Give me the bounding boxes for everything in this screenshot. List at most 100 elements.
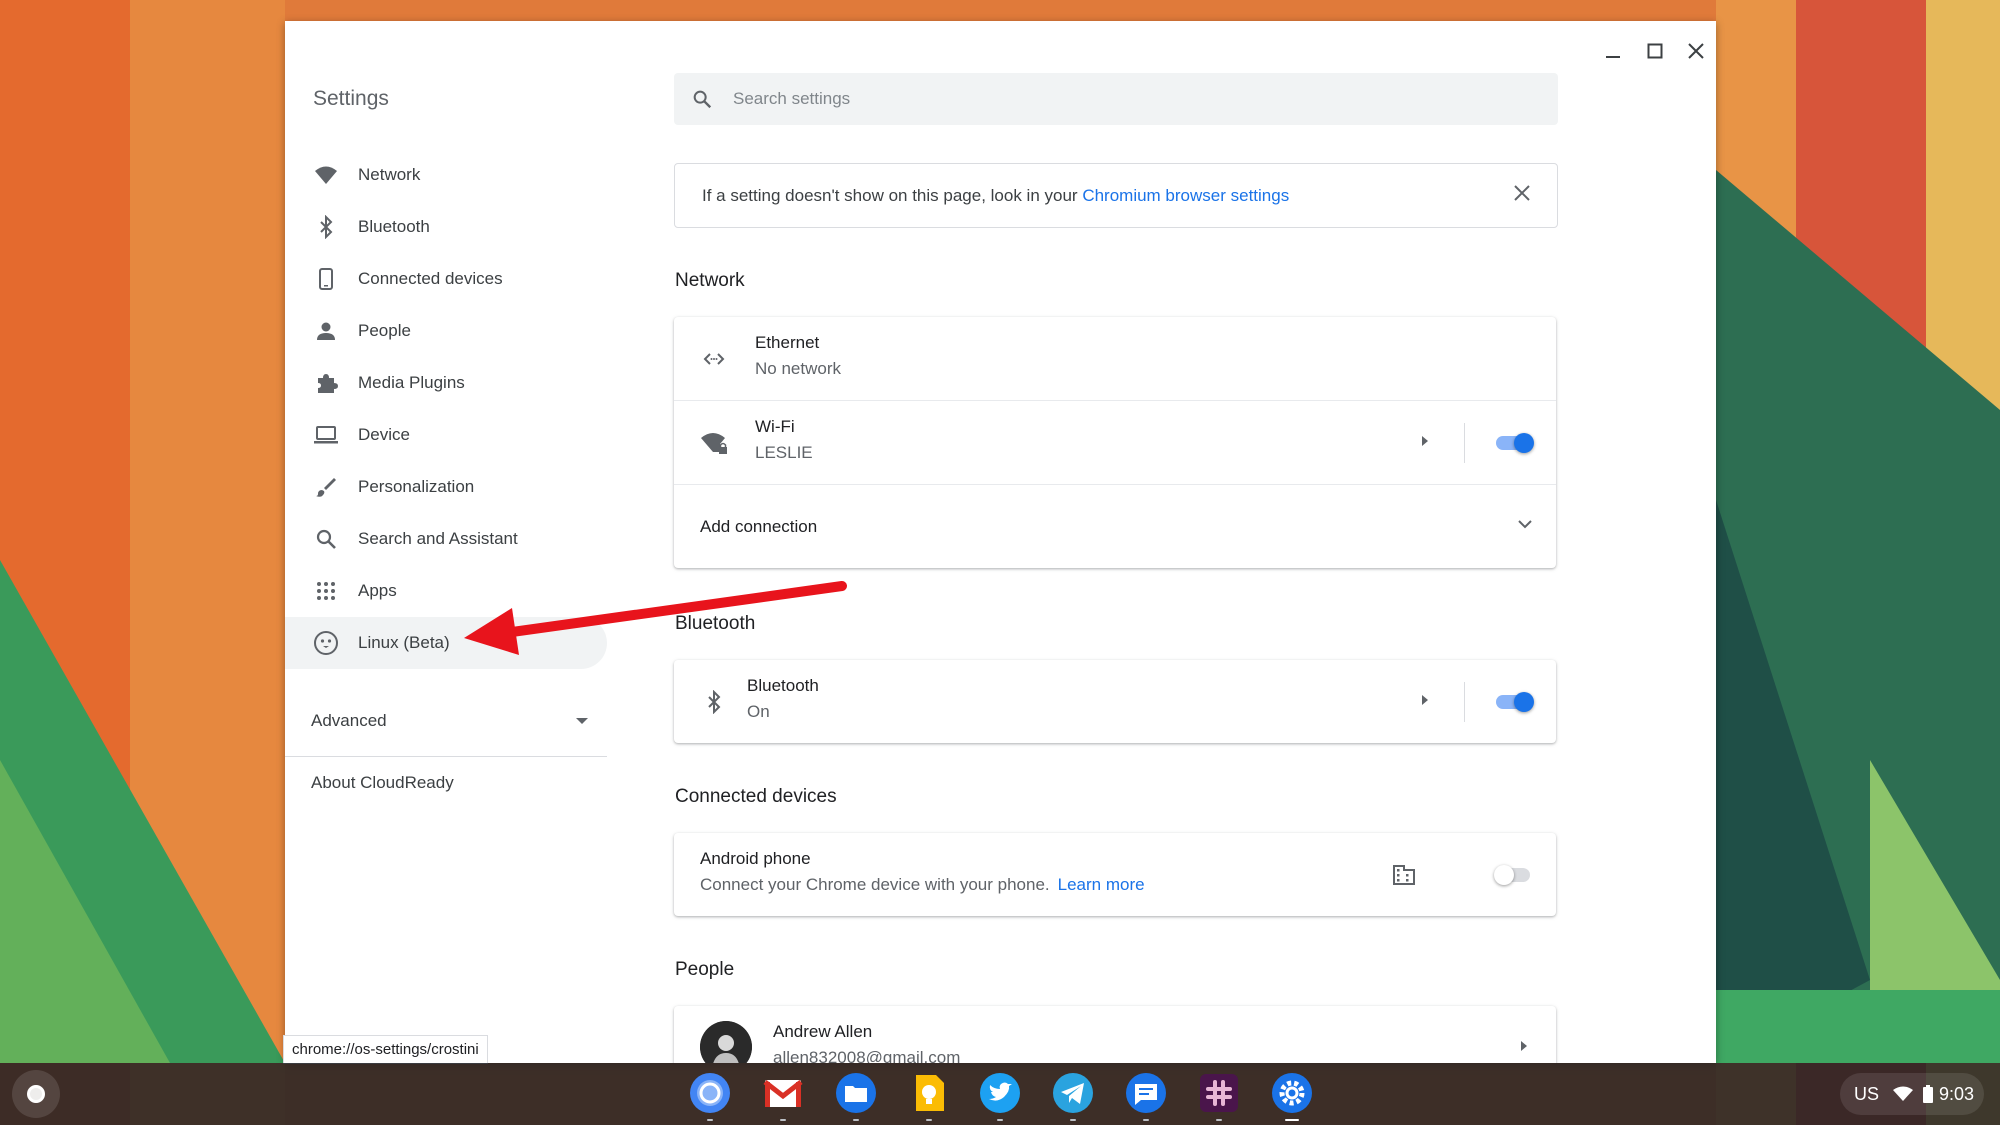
close-window-button[interactable]: [1676, 31, 1716, 71]
apps-grid-icon: [313, 578, 339, 604]
twitter-app[interactable]: [978, 1071, 1022, 1121]
search-box[interactable]: [674, 73, 1558, 125]
bluetooth-icon: [700, 688, 728, 716]
system-tray[interactable]: US 9:03: [1840, 1073, 1984, 1115]
banner-message: If a setting doesn't show on this page, …: [702, 185, 1083, 205]
dropdown-arrow-icon: [576, 718, 588, 724]
sidebar-item-linux-beta[interactable]: Linux (Beta): [285, 617, 607, 669]
sidebar-item-label: Network: [358, 165, 421, 184]
bluetooth-toggle[interactable]: [1494, 690, 1534, 714]
messages-icon: [1126, 1073, 1166, 1113]
settings-app[interactable]: [1270, 1071, 1314, 1121]
sidebar-item-label: Device: [358, 425, 410, 444]
network-section-title: Network: [675, 270, 745, 291]
maximize-icon: [1647, 43, 1663, 59]
banner-text: If a setting doesn't show on this page, …: [702, 186, 1289, 206]
battery-icon: [1923, 1085, 1934, 1103]
chrome-app[interactable]: [688, 1071, 732, 1121]
android-phone-row: Android phone Connect your Chrome device…: [674, 833, 1556, 916]
add-connection-label: Add connection: [700, 517, 818, 536]
puzzle-icon: [313, 370, 339, 396]
sidebar-item-label: Linux (Beta): [358, 633, 450, 652]
minimize-button[interactable]: [1593, 31, 1633, 71]
connected-devices-card: Android phone Connect your Chrome device…: [674, 833, 1556, 916]
sidebar-item-connected-devices[interactable]: Connected devices: [285, 253, 607, 305]
keep-app[interactable]: [907, 1071, 951, 1121]
bluetooth-title: Bluetooth: [747, 676, 819, 695]
penguin-icon: [313, 630, 339, 656]
slack-icon: [1200, 1074, 1238, 1112]
bluetooth-subpage-arrow-icon[interactable]: [1419, 693, 1431, 712]
account-name: Andrew Allen: [773, 1022, 873, 1041]
status-url-bubble: chrome://os-settings/crostini: [283, 1035, 488, 1064]
learn-more-link[interactable]: Learn more: [1058, 875, 1145, 894]
input-method-indicator: US: [1854, 1083, 1880, 1104]
gmail-icon: [763, 1080, 803, 1107]
sidebar-item-label: Media Plugins: [358, 373, 465, 392]
close-icon: [1514, 185, 1530, 201]
sidebar-item-people[interactable]: People: [285, 305, 607, 357]
wifi-row[interactable]: Wi-Fi LESLIE: [674, 401, 1556, 485]
android-phone-toggle[interactable]: [1494, 863, 1534, 887]
wifi-icon: [313, 162, 339, 188]
sidebar-item-apps[interactable]: Apps: [285, 565, 607, 617]
page-title: Settings: [313, 87, 389, 110]
row-separator: [1464, 682, 1465, 722]
bluetooth-card: Bluetooth On: [674, 660, 1556, 743]
telegram-app[interactable]: [1051, 1071, 1095, 1121]
sidebar-item-personalization[interactable]: Personalization: [285, 461, 607, 513]
sidebar-item-about[interactable]: About CloudReady: [311, 773, 454, 793]
enterprise-building-icon: [1392, 863, 1416, 892]
search-icon: [313, 526, 339, 552]
chevron-down-icon[interactable]: [1517, 518, 1533, 537]
sidebar-item-search-and-assistant[interactable]: Search and Assistant: [285, 513, 607, 565]
files-icon: [836, 1073, 876, 1113]
twitter-icon: [980, 1073, 1020, 1113]
sidebar-item-device[interactable]: Device: [285, 409, 607, 461]
person-icon: [313, 318, 339, 344]
dismiss-banner-button[interactable]: [1511, 182, 1533, 209]
search-icon: [691, 88, 713, 110]
wifi-network-name: LESLIE: [755, 443, 813, 462]
sidebar-item-label: People: [358, 321, 411, 340]
connected-devices-section-title: Connected devices: [675, 786, 837, 807]
wifi-status-icon: [1893, 1086, 1914, 1102]
advanced-label: Advanced: [311, 711, 387, 730]
launcher-icon: [27, 1085, 45, 1103]
chrome-icon: [690, 1073, 730, 1113]
people-card: Andrew Allen allen832008@gmail.com: [674, 1006, 1556, 1063]
chromium-settings-link[interactable]: Chromium browser settings: [1082, 186, 1289, 205]
android-description-text: Connect your Chrome device with your pho…: [700, 875, 1050, 894]
browser-settings-banner: If a setting doesn't show on this page, …: [674, 163, 1558, 228]
bluetooth-row[interactable]: Bluetooth On: [674, 660, 1556, 743]
ethernet-row[interactable]: Ethernet No network: [674, 317, 1556, 401]
launcher-button[interactable]: [12, 1070, 60, 1118]
bluetooth-icon: [313, 214, 339, 240]
wifi-subpage-arrow-icon[interactable]: [1419, 434, 1431, 453]
maximize-button[interactable]: [1635, 31, 1675, 71]
account-arrow-icon[interactable]: [1518, 1039, 1530, 1058]
files-app[interactable]: [834, 1071, 878, 1121]
sidebar-advanced-toggle[interactable]: Advanced: [311, 697, 589, 745]
settings-icon: [1272, 1073, 1312, 1113]
account-row[interactable]: Andrew Allen allen832008@gmail.com: [674, 1006, 1556, 1063]
ethernet-status: No network: [755, 359, 841, 378]
keep-icon: [916, 1075, 944, 1111]
gmail-app[interactable]: [761, 1071, 805, 1121]
account-email: allen832008@gmail.com: [773, 1048, 961, 1063]
bluetooth-section-title: Bluetooth: [675, 613, 756, 634]
clock: 9:03: [1939, 1083, 1975, 1104]
sidebar-item-label: Connected devices: [358, 269, 503, 288]
sidebar-item-network[interactable]: Network: [285, 149, 607, 201]
sidebar-divider: [285, 756, 607, 757]
sidebar-item-bluetooth[interactable]: Bluetooth: [285, 201, 607, 253]
messages-app[interactable]: [1124, 1071, 1168, 1121]
phone-icon: [313, 266, 339, 292]
search-input[interactable]: [731, 88, 1515, 110]
add-connection-row[interactable]: Add connection: [674, 485, 1556, 568]
shelf: US 9:03: [0, 1063, 2000, 1125]
wifi-toggle[interactable]: [1494, 431, 1534, 455]
sidebar-item-media-plugins[interactable]: Media Plugins: [285, 357, 607, 409]
slack-app[interactable]: [1197, 1071, 1241, 1121]
close-icon: [1688, 43, 1704, 59]
